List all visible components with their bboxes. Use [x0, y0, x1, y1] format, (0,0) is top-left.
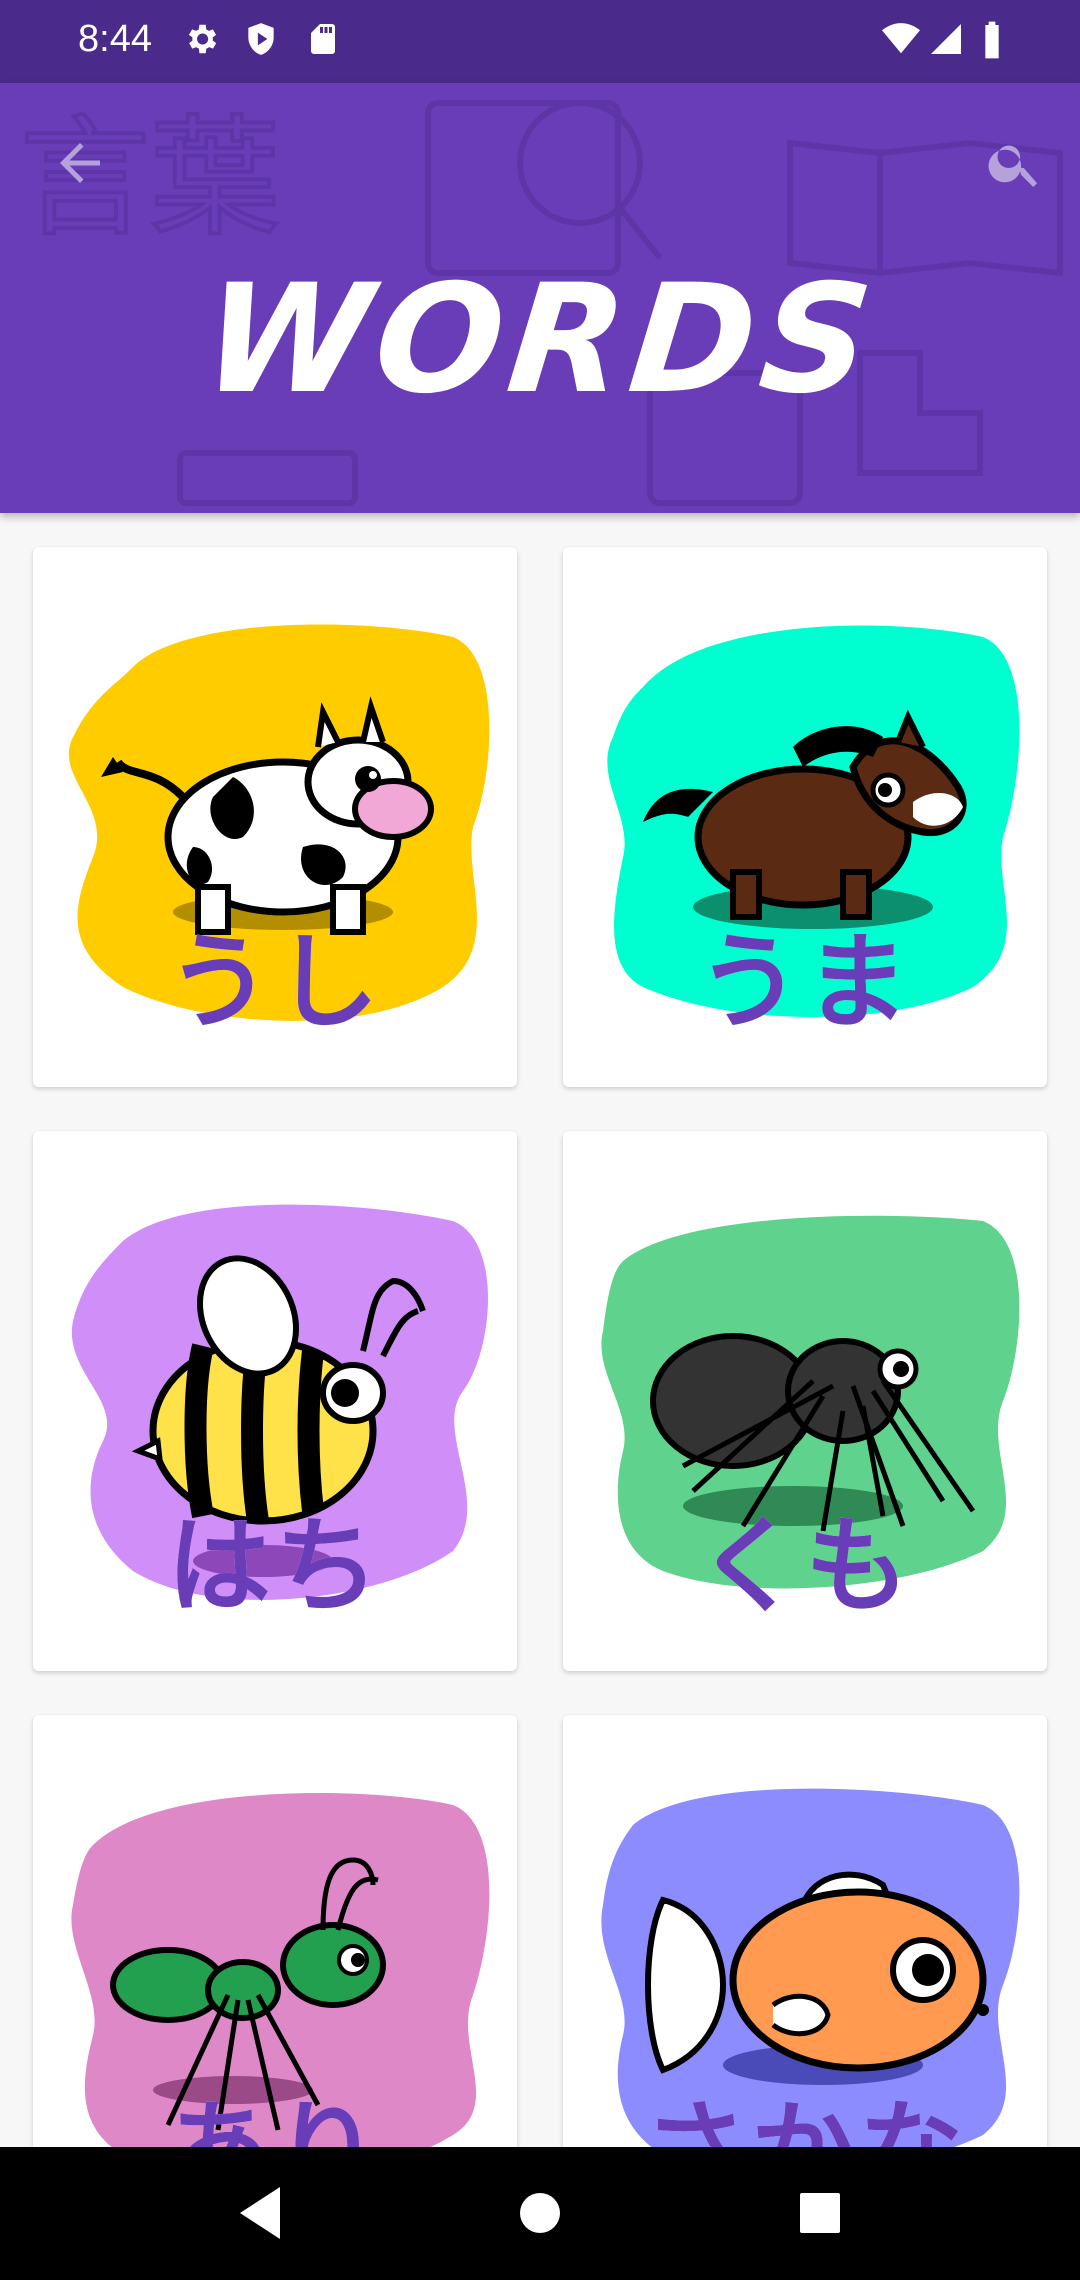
- search-icon[interactable]: [985, 133, 1045, 193]
- home-circle-icon[interactable]: [516, 2183, 564, 2247]
- word-card-cow[interactable]: うし: [33, 547, 517, 1087]
- word-card-spider[interactable]: くも: [563, 1131, 1047, 1671]
- wifi-icon: [880, 20, 922, 62]
- word-label: うし: [166, 921, 383, 1043]
- status-bar: 8:44: [0, 0, 1080, 83]
- word-card-fish[interactable]: さかな: [563, 1715, 1047, 2147]
- words-grid: うし うま はち くも: [0, 513, 1080, 2147]
- back-triangle-icon[interactable]: [236, 2183, 284, 2247]
- word-card-bee[interactable]: はち: [33, 1131, 517, 1671]
- shield-icon: [242, 20, 280, 62]
- back-arrow-icon[interactable]: [50, 133, 110, 193]
- battery-icon: [980, 20, 1004, 64]
- signal-icon: [928, 20, 964, 62]
- system-navigation-bar: [0, 2147, 1080, 2280]
- word-label: さかな: [563, 2065, 1047, 2147]
- settings-icon: [182, 20, 220, 62]
- sd-card-icon: [305, 20, 341, 62]
- app-header: 言葉 WORDS: [0, 83, 1080, 513]
- word-label: くも: [696, 1505, 913, 1627]
- word-card-horse[interactable]: うま: [563, 547, 1047, 1087]
- word-card-ant[interactable]: あり: [33, 1715, 517, 2147]
- page-title: WORDS: [195, 253, 885, 427]
- status-time: 8:44: [78, 18, 152, 60]
- word-label: うま: [696, 921, 913, 1043]
- word-label: あり: [33, 2065, 517, 2147]
- recents-square-icon[interactable]: [796, 2183, 844, 2247]
- word-label: はち: [166, 1505, 383, 1627]
